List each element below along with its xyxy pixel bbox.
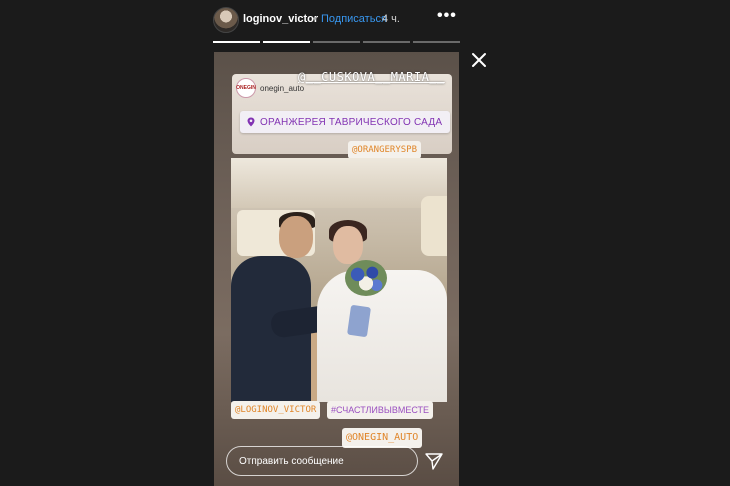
- location-sticker[interactable]: ОРАНЖЕРЕЯ ТАВРИЧЕСКОГО САДА: [240, 111, 451, 133]
- bride-dress: [317, 270, 447, 402]
- mention-sticker-onegin[interactable]: @ONEGIN_AUTO: [342, 428, 423, 448]
- reply-input[interactable]: Отправить сообщение: [226, 446, 418, 476]
- more-horizontal-icon[interactable]: •••: [437, 7, 457, 25]
- separator-dot: •: [313, 13, 317, 25]
- location-label: ОРАНЖЕРЕЯ ТАВРИЧЕСКОГО САДА: [260, 116, 443, 128]
- brand-logo[interactable]: ONEGIN: [236, 78, 256, 98]
- story-photo: [231, 158, 447, 402]
- mention-sticker-loginov[interactable]: @LOGINOV_VICTOR: [231, 401, 321, 419]
- man-head: [279, 216, 313, 258]
- story-progress: [213, 41, 460, 43]
- bride-head: [333, 226, 363, 264]
- mention-sticker-cuskova[interactable]: @__CUSKOVA__MARIA__: [294, 66, 449, 88]
- avatar[interactable]: [213, 7, 239, 33]
- close-icon[interactable]: [470, 51, 488, 69]
- progress-segment: [263, 41, 310, 43]
- car-window: [421, 196, 447, 256]
- username[interactable]: loginov_victor: [243, 13, 318, 25]
- send-icon[interactable]: [424, 451, 444, 471]
- story-frame[interactable]: ONEGIN onegin_auto @__CUSKOVA__MARIA__ О…: [214, 52, 459, 486]
- follow-button[interactable]: Подписаться: [321, 13, 387, 25]
- location-pin-icon: [247, 117, 255, 127]
- progress-segment: [213, 41, 260, 43]
- bouquet: [345, 260, 387, 296]
- progress-segment: [363, 41, 410, 43]
- progress-segment: [313, 41, 360, 43]
- car-roof: [231, 158, 447, 208]
- timestamp: 4 ч.: [382, 13, 400, 25]
- mention-sticker-orangery[interactable]: @ORANGERYSPB: [348, 141, 422, 159]
- progress-segment: [413, 41, 460, 43]
- story-header: loginov_victor • Подписаться 4 ч. •••: [213, 7, 460, 33]
- phone: [347, 304, 371, 338]
- hashtag-sticker[interactable]: #СЧАСТЛИВЫВМЕСТЕ: [327, 401, 434, 419]
